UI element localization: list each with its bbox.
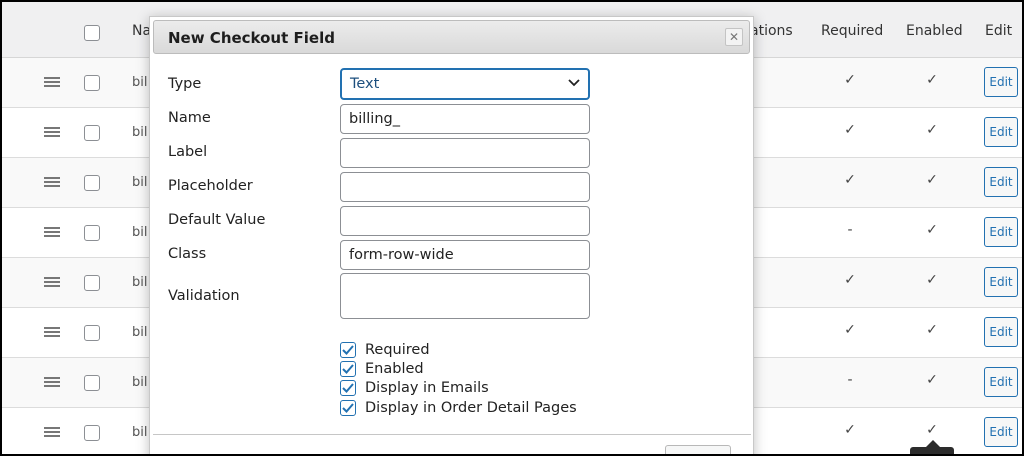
- row-checkbox[interactable]: [84, 75, 100, 91]
- required-checkbox-label: Required: [365, 342, 430, 358]
- name-input[interactable]: billing_: [340, 104, 590, 134]
- field-name: bil: [132, 75, 148, 90]
- drag-handle-icon[interactable]: [44, 227, 60, 237]
- enabled-check: ✓: [926, 222, 938, 238]
- field-name: bil: [132, 275, 148, 290]
- edit-button[interactable]: Edit: [984, 317, 1018, 347]
- required-check: ✓: [844, 122, 856, 138]
- display-in-order-detail-pages-checkbox-row[interactable]: Display in Order Detail Pages: [340, 399, 577, 417]
- checkmark-icon: [342, 383, 354, 393]
- class-input[interactable]: form-row-wide: [340, 240, 590, 270]
- required-check: ✓: [844, 322, 856, 338]
- enabled-checkbox-row[interactable]: Enabled: [340, 360, 424, 378]
- enabled-check: ✓: [926, 322, 938, 338]
- row-checkbox[interactable]: [84, 425, 100, 441]
- field-name: bil: [132, 325, 148, 340]
- row-checkbox[interactable]: [84, 175, 100, 191]
- modal-title: New Checkout Field: [168, 29, 335, 47]
- drag-handle-icon[interactable]: [44, 77, 60, 87]
- modal-footer-divider: [153, 434, 751, 435]
- checkmark-icon: [342, 403, 354, 413]
- type-select[interactable]: Text: [340, 68, 590, 100]
- chevron-down-icon: [568, 79, 580, 87]
- display-in-emails-checkbox-label: Display in Emails: [365, 380, 489, 396]
- modal-header: New Checkout Field ✕: [153, 20, 750, 54]
- row-checkbox[interactable]: [84, 225, 100, 241]
- row-checkbox[interactable]: [84, 125, 100, 141]
- field-name: bil: [132, 125, 148, 140]
- row-checkbox[interactable]: [84, 375, 100, 391]
- enabled-check: ✓: [926, 272, 938, 288]
- field-name: bil: [132, 425, 148, 440]
- required-check: ✓: [844, 422, 856, 438]
- drag-handle-icon[interactable]: [44, 427, 60, 437]
- header-validations: ations: [750, 23, 793, 39]
- field-name: bil: [132, 225, 148, 240]
- edit-button[interactable]: Edit: [984, 67, 1018, 97]
- tooltip-arrow: [926, 440, 940, 447]
- display-in-order-detail-pages-checkbox-label: Display in Order Detail Pages: [365, 400, 577, 416]
- enabled-check: ✓: [926, 422, 938, 438]
- drag-handle-icon[interactable]: [44, 277, 60, 287]
- label-label: Label: [168, 144, 208, 160]
- tooltip: [910, 447, 954, 454]
- required-checkbox[interactable]: [340, 342, 356, 358]
- close-icon[interactable]: ✕: [725, 28, 743, 46]
- field-name: bil: [132, 375, 148, 390]
- validation-textarea[interactable]: [340, 273, 590, 319]
- type-select-value: Text: [350, 76, 380, 92]
- display-in-emails-checkbox[interactable]: [340, 380, 356, 396]
- display-in-emails-checkbox-row[interactable]: Display in Emails: [340, 379, 489, 397]
- new-checkout-field-modal: New Checkout Field ✕ Type Text Name bill…: [149, 16, 754, 454]
- enabled-check: ✓: [926, 172, 938, 188]
- row-checkbox[interactable]: [84, 275, 100, 291]
- default-value-label: Default Value: [168, 212, 266, 228]
- display-in-order-detail-pages-checkbox[interactable]: [340, 400, 356, 416]
- required-check: -: [847, 222, 853, 238]
- validation-label: Validation: [168, 288, 240, 304]
- required-check: ✓: [844, 272, 856, 288]
- drag-handle-icon[interactable]: [44, 127, 60, 137]
- header-edit: Edit: [985, 23, 1013, 39]
- app-frame: Na ations Required Enabled Edit bil ✓ ✓ …: [2, 2, 1022, 454]
- enabled-check: ✓: [926, 72, 938, 88]
- enabled-check: ✓: [926, 372, 938, 388]
- class-label: Class: [168, 246, 207, 262]
- required-check: ✓: [844, 172, 856, 188]
- name-label: Name: [168, 110, 211, 126]
- type-label: Type: [168, 76, 202, 92]
- placeholder-input[interactable]: [340, 172, 590, 202]
- checkmark-icon: [342, 345, 354, 355]
- edit-button[interactable]: Edit: [984, 117, 1018, 147]
- field-name: bil: [132, 175, 148, 190]
- edit-button[interactable]: Edit: [984, 367, 1018, 397]
- select-all-checkbox[interactable]: [84, 25, 100, 41]
- enabled-checkbox[interactable]: [340, 361, 356, 377]
- required-check: ✓: [844, 72, 856, 88]
- edit-button[interactable]: Edit: [984, 167, 1018, 197]
- edit-button[interactable]: Edit: [984, 217, 1018, 247]
- placeholder-label: Placeholder: [168, 178, 253, 194]
- edit-button[interactable]: Edit: [984, 267, 1018, 297]
- default-value-input[interactable]: [340, 206, 590, 236]
- enabled-check: ✓: [926, 122, 938, 138]
- enabled-checkbox-label: Enabled: [365, 361, 424, 377]
- checkmark-icon: [342, 364, 354, 374]
- label-input[interactable]: [340, 138, 590, 168]
- drag-handle-icon[interactable]: [44, 327, 60, 337]
- edit-button[interactable]: Edit: [984, 417, 1018, 447]
- drag-handle-icon[interactable]: [44, 377, 60, 387]
- header-enabled: Enabled: [906, 23, 963, 39]
- header-required: Required: [821, 23, 884, 39]
- drag-handle-icon[interactable]: [44, 177, 60, 187]
- row-checkbox[interactable]: [84, 325, 100, 341]
- required-check: -: [847, 372, 853, 388]
- modal-footer-button[interactable]: [665, 445, 731, 454]
- required-checkbox-row[interactable]: Required: [340, 341, 430, 359]
